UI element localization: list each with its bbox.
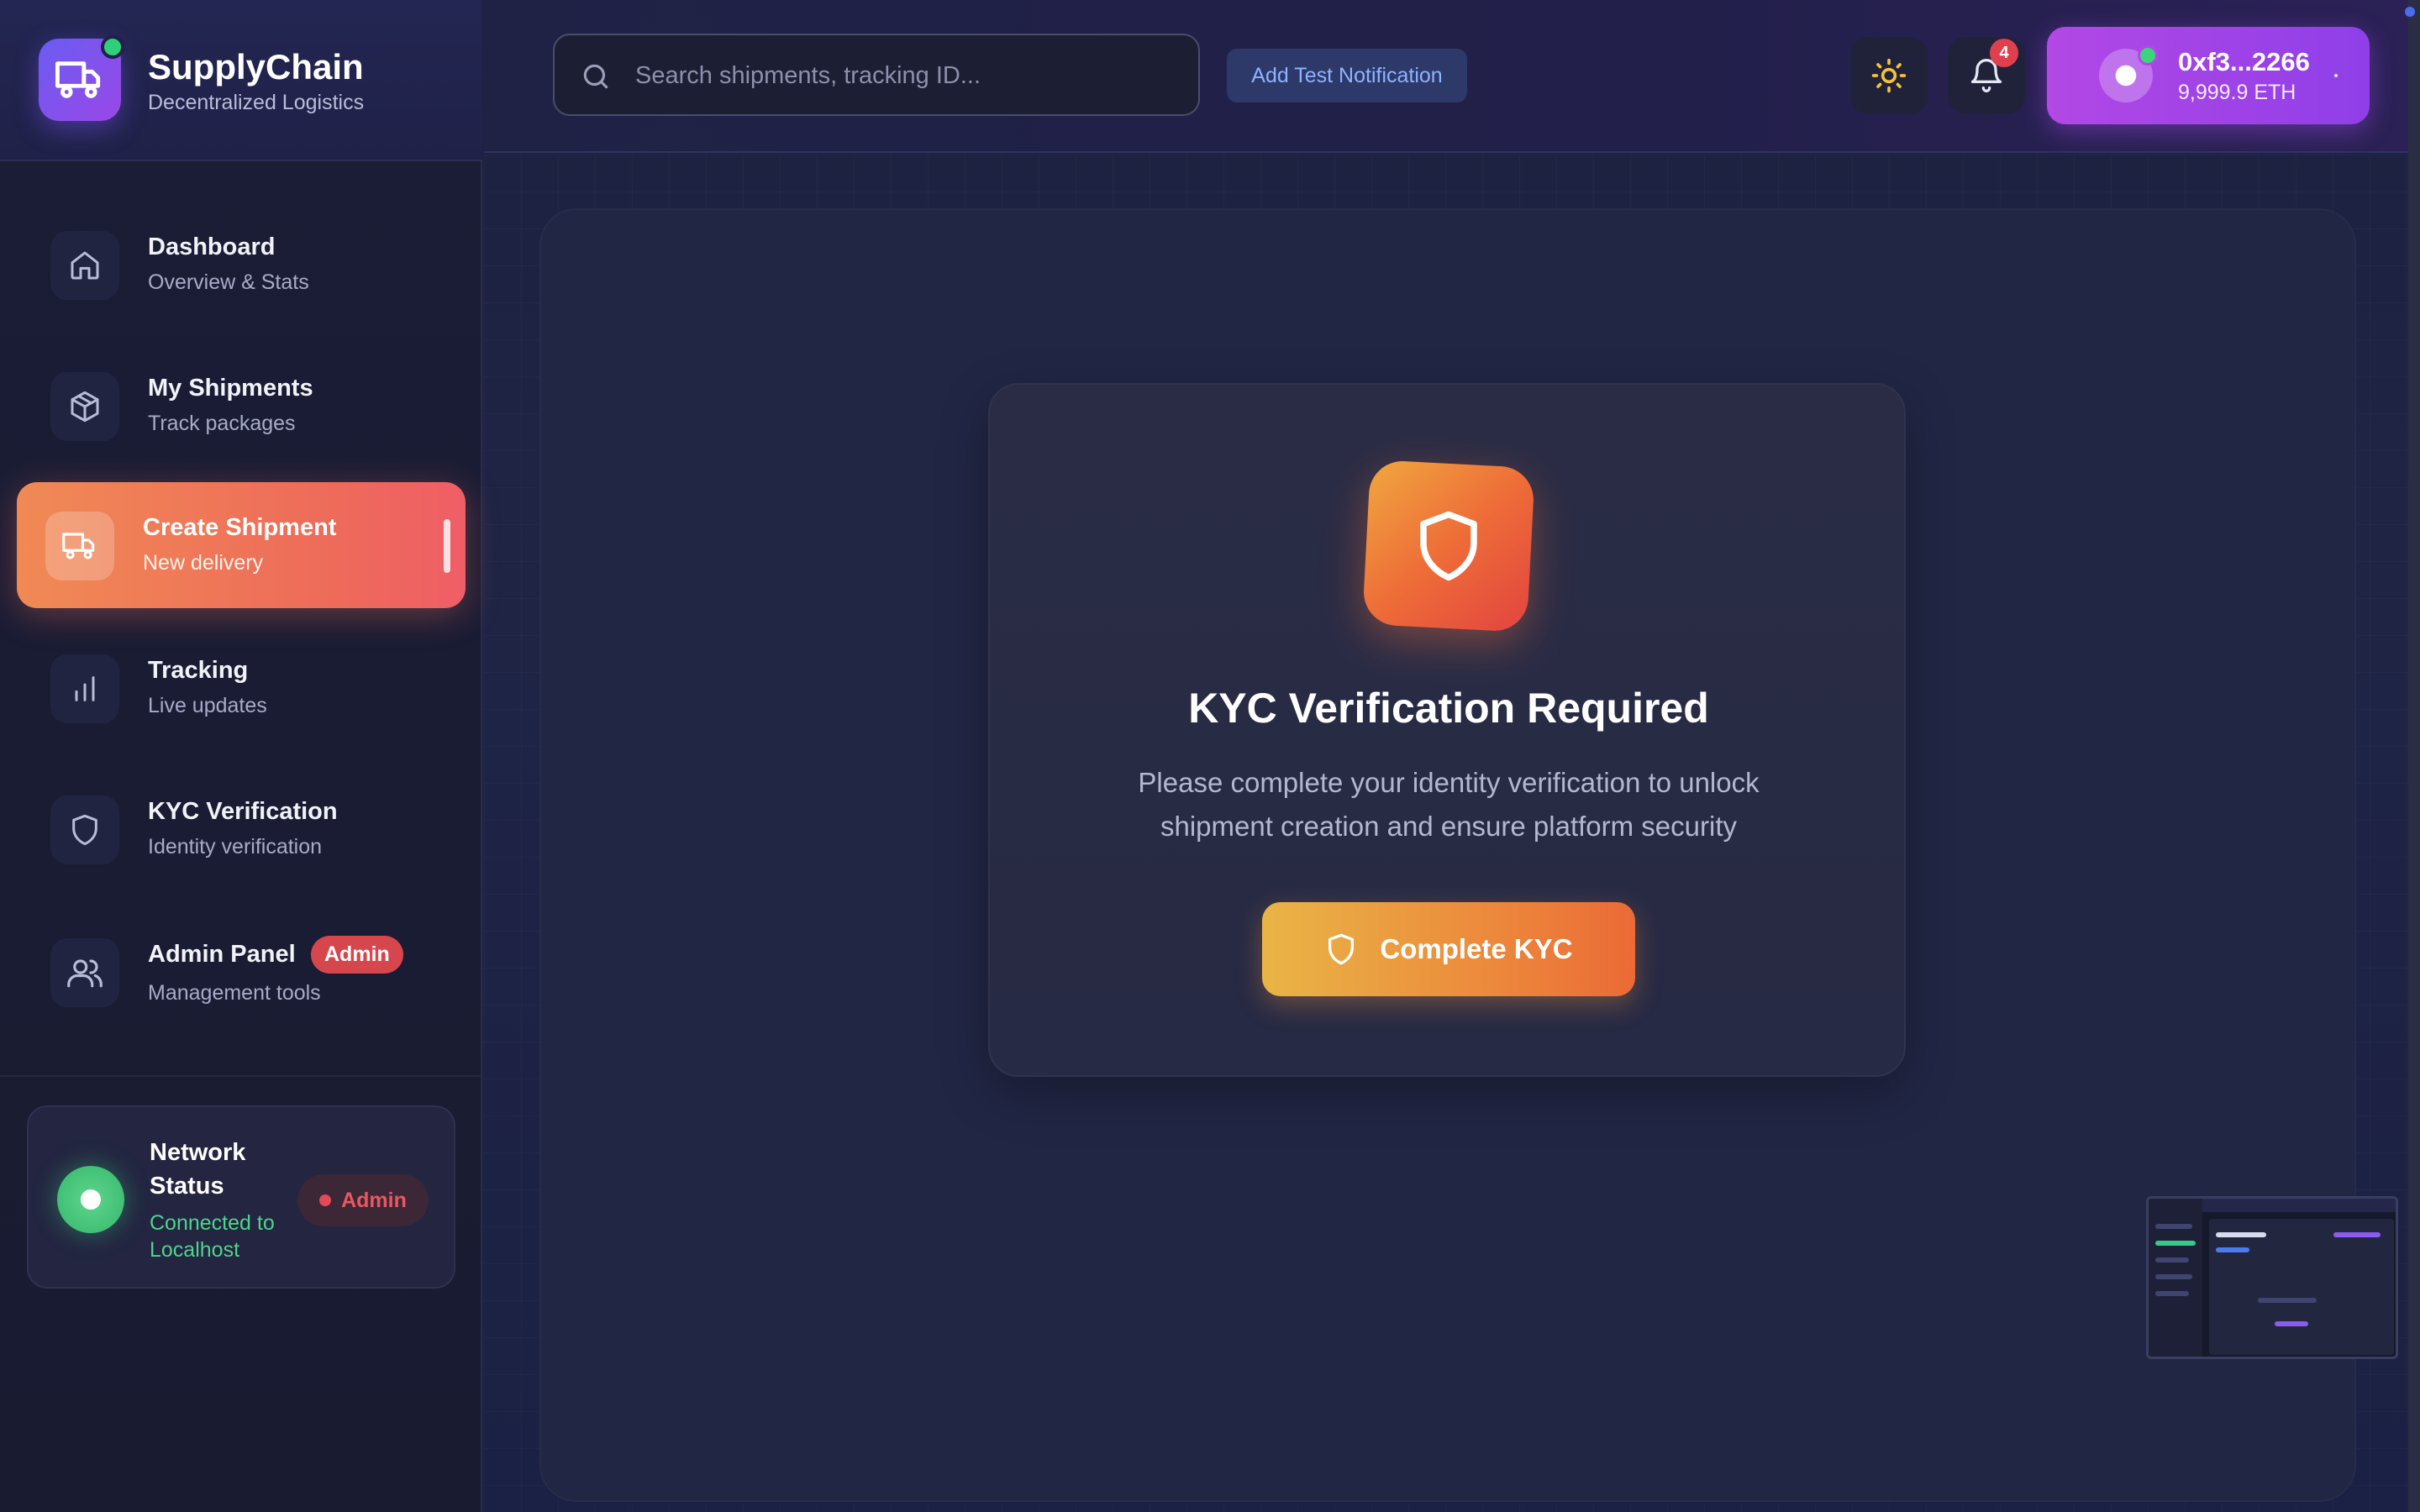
sidebar-item-label: Create Shipment bbox=[143, 514, 337, 541]
shield-icon bbox=[1328, 933, 1355, 965]
dot-icon bbox=[319, 1194, 332, 1206]
brand-header: SupplyChain Decentralized Logistics bbox=[0, 0, 482, 161]
brand-name: SupplyChain bbox=[148, 47, 364, 87]
truck-icon bbox=[45, 512, 114, 580]
sidebar-item-label: Admin Panel bbox=[148, 941, 296, 968]
sidebar-item-sub: Live updates bbox=[148, 694, 267, 717]
online-indicator bbox=[101, 35, 124, 59]
shield-icon bbox=[50, 795, 119, 864]
add-test-notification-button[interactable]: Add Test Notification bbox=[1227, 49, 1467, 102]
sidebar-item-label: Tracking bbox=[148, 657, 249, 684]
wallet-button[interactable]: 0xf3...2266 9,999.9 ETH bbox=[2047, 27, 2370, 124]
top-header: Add Test Notification 4 0xf3...2266 9,99… bbox=[484, 0, 2420, 153]
network-status-text: Connected to Localhost bbox=[150, 1211, 275, 1262]
bar-chart-icon bbox=[50, 654, 119, 723]
sidebar-item-dashboard[interactable]: Dashboard Overview & Stats bbox=[17, 202, 466, 328]
network-admin-badge: Admin bbox=[297, 1174, 429, 1226]
sidebar-item-label: KYC Verification bbox=[148, 798, 338, 825]
sidebar-item-sub: Identity verification bbox=[148, 835, 323, 858]
sidebar-item-admin[interactable]: Admin Panel Admin Management tools bbox=[17, 909, 466, 1035]
sidebar-item-sub: Track packages bbox=[148, 412, 296, 435]
network-badge-label: Admin bbox=[341, 1188, 407, 1212]
network-status-card: Network Status Connected to Localhost Ad… bbox=[27, 1105, 455, 1289]
divider bbox=[0, 1075, 482, 1077]
sidebar: SupplyChain Decentralized Logistics Dash… bbox=[0, 0, 482, 1512]
sidebar-item-sub: New delivery bbox=[143, 551, 264, 575]
admin-badge: Admin bbox=[311, 936, 403, 974]
sun-icon bbox=[1871, 58, 1907, 93]
kyc-title: KYC Verification Required bbox=[1188, 685, 1709, 732]
wallet-balance: 9,999.9 ETH bbox=[2178, 81, 2296, 104]
complete-kyc-button[interactable]: Complete KYC bbox=[1262, 902, 1635, 996]
search-box bbox=[553, 34, 1200, 116]
complete-kyc-label: Complete KYC bbox=[1380, 933, 1573, 964]
users-icon bbox=[50, 938, 119, 1007]
scroll-indicator bbox=[2405, 7, 2415, 17]
sidebar-item-label: Dashboard bbox=[148, 234, 276, 260]
wallet-address: 0xf3...2266 bbox=[2178, 47, 2310, 76]
package-icon bbox=[50, 372, 119, 441]
app-root: SupplyChain Decentralized Logistics Dash… bbox=[0, 0, 2420, 1512]
sidebar-item-tracking[interactable]: Tracking Live updates bbox=[17, 625, 466, 751]
sidebar-item-sub: Overview & Stats bbox=[148, 270, 309, 294]
theme-toggle-button[interactable] bbox=[1850, 37, 1928, 114]
kyc-description: Please complete your identity verificati… bbox=[1138, 767, 1760, 842]
network-title: Network Status bbox=[150, 1139, 246, 1200]
sidebar-item-shipments[interactable]: My Shipments Track packages bbox=[17, 343, 466, 469]
active-indicator bbox=[444, 519, 450, 573]
dropdown-dot-icon bbox=[2334, 74, 2338, 77]
search-icon bbox=[583, 64, 608, 89]
preview-thumbnail[interactable] bbox=[2146, 1196, 2398, 1359]
sidebar-item-sub: Management tools bbox=[148, 981, 321, 1005]
sidebar-item-create-shipment[interactable]: Create Shipment New delivery bbox=[17, 482, 466, 608]
notification-count-badge: 4 bbox=[1990, 39, 2018, 67]
notifications-button[interactable]: 4 bbox=[1948, 37, 2025, 114]
connected-indicator bbox=[2138, 45, 2158, 66]
search-input[interactable] bbox=[635, 35, 1173, 116]
sidebar-item-label: My Shipments bbox=[148, 375, 313, 402]
status-dot-icon bbox=[57, 1166, 124, 1233]
kyc-required-card: KYC Verification Required Please complet… bbox=[988, 383, 1906, 1077]
scrollbar[interactable] bbox=[2408, 0, 2420, 1512]
brand-tagline: Decentralized Logistics bbox=[148, 91, 365, 114]
home-icon bbox=[50, 231, 119, 300]
sidebar-item-kyc[interactable]: KYC Verification Identity verification bbox=[17, 766, 466, 892]
shield-icon bbox=[1362, 459, 1535, 633]
